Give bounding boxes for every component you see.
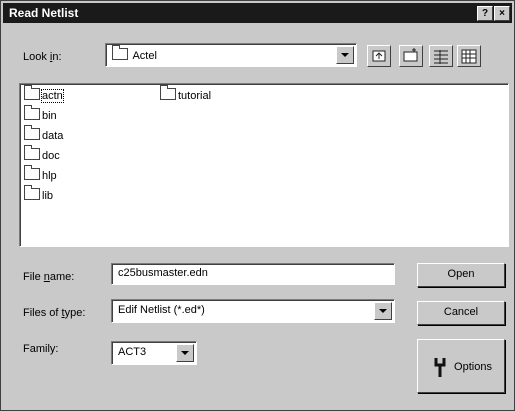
chevron-down-icon[interactable] [176,344,194,362]
file-list[interactable]: actn bin data doc hlp lib tutorial [19,83,509,247]
read-netlist-dialog: Read Netlist ? × Look in: Actel actn bin… [0,0,515,411]
look-in-value: Actel [132,50,157,62]
help-button[interactable]: ? [477,6,493,21]
list-item[interactable]: bin [24,105,57,122]
folder-icon [24,165,40,180]
create-new-folder-icon[interactable] [399,45,423,67]
list-item[interactable]: doc [24,145,60,162]
chevron-down-icon[interactable] [336,46,354,64]
folder-icon [24,145,40,160]
list-item[interactable]: tutorial [160,85,211,102]
file-type-label: Files of type: [23,307,86,319]
list-item[interactable]: lib [24,185,53,202]
folder-icon [24,185,40,200]
file-type-value: Edif Netlist (*.ed*) [118,304,205,316]
folder-icon [24,105,40,120]
family-combo[interactable]: ACT3 [111,341,197,365]
folder-icon [112,45,128,60]
folder-icon [24,125,40,140]
look-in-label: Look in: [23,51,62,63]
family-label: Family: [23,343,59,355]
dialog-title: Read Netlist [9,6,79,20]
up-one-level-icon[interactable] [367,45,391,67]
list-item[interactable]: actn [24,85,64,103]
wrench-icon [434,358,446,377]
file-name-label: File name: [23,271,75,283]
file-name-field[interactable]: c25busmaster.edn [111,263,395,285]
chevron-down-icon[interactable] [374,302,392,320]
file-type-combo[interactable]: Edif Netlist (*.ed*) [111,299,395,323]
options-label: Options [454,361,492,373]
list-item[interactable]: hlp [24,165,57,182]
details-view-icon[interactable] [457,45,481,67]
family-value: ACT3 [118,346,147,358]
folder-icon [160,85,176,100]
open-button[interactable]: Open [417,263,505,287]
file-name-value: c25busmaster.edn [118,267,208,279]
cancel-button[interactable]: Cancel [417,301,505,325]
close-button[interactable]: × [494,6,510,21]
look-in-combo[interactable]: Actel [105,43,357,67]
list-item[interactable]: data [24,125,63,142]
folder-icon [24,85,40,100]
list-view-icon[interactable] [429,45,453,67]
title-bar[interactable]: Read Netlist ? × [3,3,512,23]
options-button[interactable]: Options [417,339,505,393]
